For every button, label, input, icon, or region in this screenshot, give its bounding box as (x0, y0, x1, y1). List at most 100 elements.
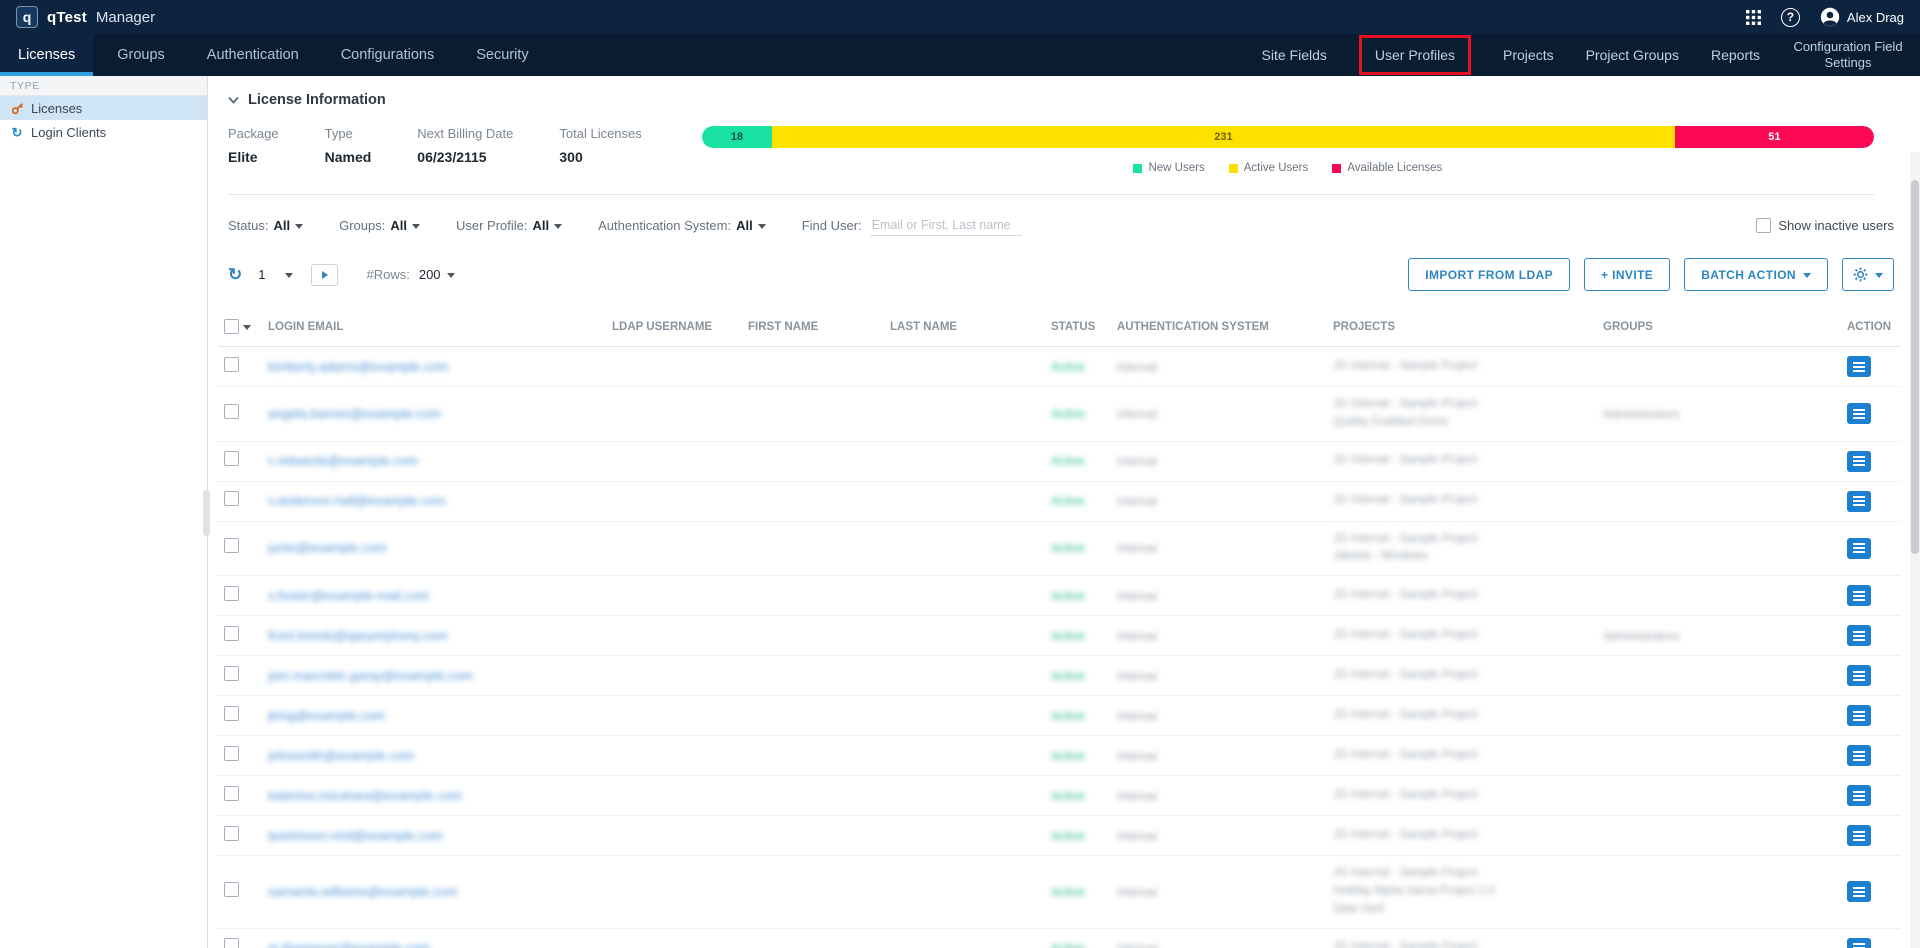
refresh-icon[interactable]: ↻ (228, 266, 242, 283)
table-settings-button[interactable] (1842, 258, 1894, 291)
login-email-link[interactable]: angela.barnes@example.com (268, 406, 441, 421)
help-icon[interactable]: ? (1781, 8, 1800, 27)
nav-tab-licenses[interactable]: Licenses (0, 34, 93, 76)
row-checkbox[interactable] (224, 586, 239, 601)
field-label: Type (325, 126, 372, 141)
batch-action-button[interactable]: BATCH ACTION (1684, 258, 1828, 291)
nav-tab-security[interactable]: Security (458, 34, 546, 76)
project-name: Jakarta - Windows (1333, 548, 1591, 566)
nav-link-user-profiles-highlighted[interactable]: User Profiles (1359, 35, 1471, 75)
user-menu[interactable]: Alex Drag (1820, 7, 1904, 27)
scrollbar-thumb[interactable] (1911, 180, 1919, 554)
row-action-button[interactable] (1847, 625, 1871, 646)
row-checkbox[interactable] (224, 538, 239, 553)
row-action-button[interactable] (1847, 785, 1871, 806)
menu-icon (1853, 791, 1865, 801)
nav-link-configuration-field-settings[interactable]: Configuration Field Settings (1792, 39, 1904, 72)
row-action-button[interactable] (1847, 403, 1871, 424)
row-action-button[interactable] (1847, 451, 1871, 472)
row-action-button[interactable] (1847, 705, 1871, 726)
status-filter[interactable]: Status: All (228, 218, 303, 233)
show-inactive-checkbox[interactable] (1756, 218, 1771, 233)
nav-tab-configurations[interactable]: Configurations (323, 34, 453, 76)
login-email-link[interactable]: v.anderson.hall@example.com (268, 493, 446, 508)
login-email-link[interactable]: m.thompson@example.com (268, 940, 430, 948)
row-action-button[interactable] (1847, 745, 1871, 766)
nav-tab-authentication[interactable]: Authentication (189, 34, 317, 76)
next-page-button[interactable] (311, 264, 338, 286)
row-checkbox[interactable] (224, 451, 239, 466)
login-email-link[interactable]: lparkinson.reid@example.com (268, 828, 443, 843)
row-checkbox[interactable] (224, 666, 239, 681)
row-action-button[interactable] (1847, 585, 1871, 606)
users-table: LOGIN EMAIL LDAP USERNAME FIRST NAME LAS… (218, 307, 1901, 948)
page-selector[interactable]: 1 (258, 267, 293, 282)
row-action-button[interactable] (1847, 538, 1871, 559)
sidebar-item-licenses[interactable]: Licenses (0, 96, 207, 120)
login-email-link[interactable]: jam.macrobin.garay@example.com (268, 668, 473, 683)
login-email-link[interactable]: jking@example.com (268, 708, 385, 723)
rows-per-page-label: #Rows: (366, 267, 409, 282)
menu-icon (1853, 943, 1865, 948)
row-action-button[interactable] (1847, 356, 1871, 377)
login-email-link[interactable]: katerina.mizuhara@example.com (268, 788, 462, 803)
nav-tab-groups[interactable]: Groups (99, 34, 183, 76)
rows-per-page-selector[interactable]: 200 (419, 267, 455, 282)
row-action-button[interactable] (1847, 938, 1871, 948)
authentication-system-value: Internal (1117, 709, 1157, 723)
row-action-button[interactable] (1847, 491, 1871, 512)
row-checkbox[interactable] (224, 404, 239, 419)
license-usage-bar: 1823151 (702, 126, 1874, 148)
legend-swatch (1133, 164, 1142, 173)
login-email-link[interactable]: johnsmith@example.com (268, 748, 414, 763)
sidebar-item-login-clients[interactable]: ↻ Login Clients (0, 120, 207, 144)
vertical-scrollbar[interactable] (1910, 152, 1920, 948)
nav-link-project-groups[interactable]: Project Groups (1586, 47, 1679, 63)
row-action-button[interactable] (1847, 825, 1871, 846)
login-email-link[interactable]: front.trends@qasymphony.com (268, 628, 448, 643)
select-all-checkbox[interactable] (224, 319, 239, 334)
menu-icon (1853, 831, 1865, 841)
row-checkbox[interactable] (224, 826, 239, 841)
nav-link-reports[interactable]: Reports (1711, 47, 1760, 63)
find-user-input[interactable] (870, 215, 1022, 236)
row-checkbox[interactable] (224, 746, 239, 761)
row-checkbox[interactable] (224, 938, 239, 948)
row-checkbox[interactable] (224, 357, 239, 372)
nav-link-projects[interactable]: Projects (1503, 47, 1554, 63)
groups-filter[interactable]: Groups: All (339, 218, 420, 233)
authentication-system-filter[interactable]: Authentication System: All (598, 218, 766, 233)
user-profile-filter[interactable]: User Profile: All (456, 218, 562, 233)
nav-tab-label: Authentication (207, 47, 299, 63)
login-email-link[interactable]: kimberly.adams@example.com (268, 359, 449, 374)
row-checkbox[interactable] (224, 706, 239, 721)
row-checkbox[interactable] (224, 786, 239, 801)
caret-down-icon (554, 224, 562, 229)
row-checkbox[interactable] (224, 882, 239, 897)
login-email-link[interactable]: s.foster@example-mail.com (268, 588, 429, 603)
app-grid-icon[interactable] (1746, 10, 1761, 25)
row-action-button[interactable] (1847, 665, 1871, 686)
login-clients-icon: ↻ (10, 126, 24, 139)
field-label: Total Licenses (559, 126, 641, 141)
caret-down-icon (758, 224, 766, 229)
brand-name: qTest (47, 9, 87, 26)
menu-icon (1853, 409, 1865, 419)
authentication-system-value: Internal (1117, 407, 1157, 421)
table-row: jking@example.comActiveInternalJG Intern… (218, 696, 1901, 736)
row-checkbox[interactable] (224, 626, 239, 641)
login-email-link[interactable]: junto@example.com (268, 540, 387, 555)
login-email-link[interactable]: c.edwards@example.com (268, 453, 418, 468)
login-email-link[interactable]: samanta.williams@example.com (268, 884, 457, 899)
nav-link-site-fields[interactable]: Site Fields (1262, 47, 1327, 63)
license-section-toggle[interactable]: License Information (228, 92, 1874, 108)
row-checkbox[interactable] (224, 491, 239, 506)
authentication-system-value: Internal (1117, 494, 1157, 508)
caret-down-icon (285, 273, 293, 278)
show-inactive-users-toggle[interactable]: Show inactive users (1756, 218, 1894, 233)
invite-button[interactable]: + INVITE (1584, 258, 1670, 291)
authentication-system-value: Internal (1117, 541, 1157, 555)
import-from-ldap-button[interactable]: IMPORT FROM LDAP (1408, 258, 1570, 291)
row-action-button[interactable] (1847, 881, 1871, 902)
select-menu-caret-icon[interactable] (243, 325, 251, 330)
